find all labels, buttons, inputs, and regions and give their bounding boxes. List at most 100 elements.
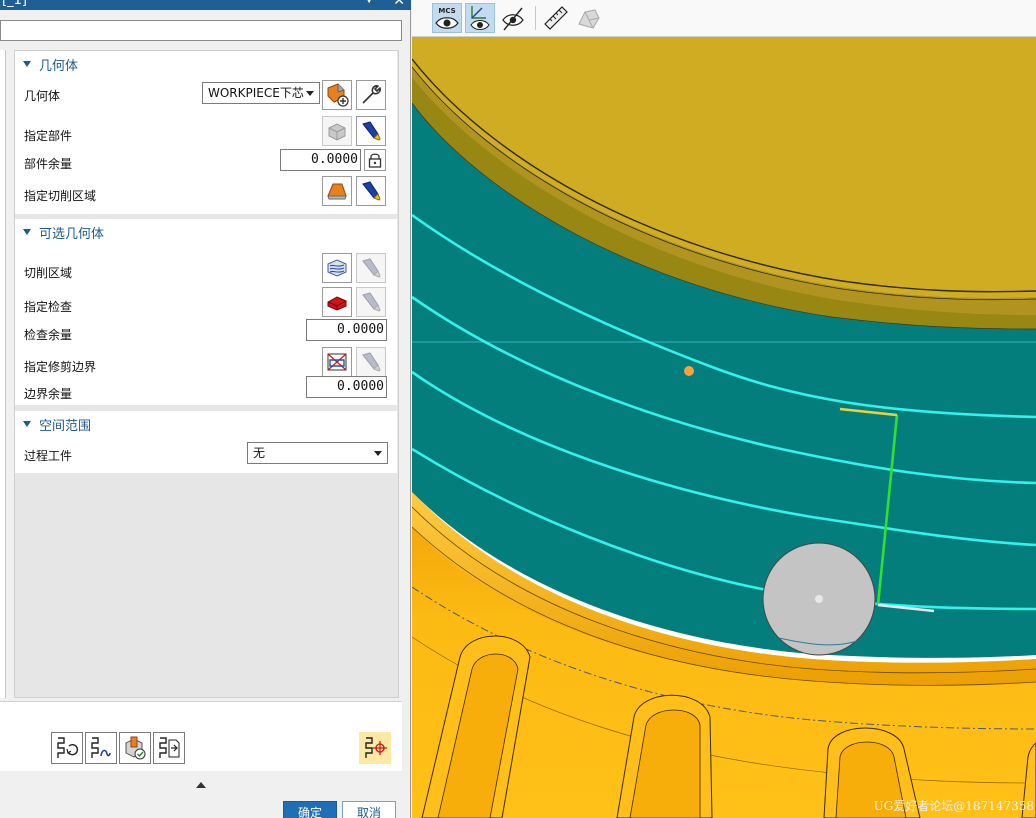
cut-area-row: 指定切削区域 [24,176,392,208]
specify-part-row: 指定部件 [24,116,392,148]
check-stock-label: 检查余量 [24,328,73,342]
flashlight-icon [362,258,381,278]
start-point-marker [684,366,694,376]
close-icon[interactable]: ✕ [393,0,405,9]
optional-geometry-group: 可选几何体 切削区域 指定检查 检查余量 0.0000 指定修剪边界 边界余量 … [15,219,397,405]
dialog-title: [_1] [2,0,27,8]
check-body-icon [327,296,347,311]
tool-center [815,595,823,603]
show-mcs-button[interactable]: MCS [432,3,462,33]
operation-dialog: [_1] ▼ ✕ 几何体 几何体 WORKPIECE下芯 [0,0,411,818]
in-process-select[interactable]: 无 [247,442,388,464]
more-expander[interactable] [0,771,402,799]
select-cut-region-button[interactable] [322,253,352,283]
collapse-caret-icon[interactable] [23,229,31,235]
dialog-search-input[interactable] [0,20,402,41]
wrench-icon [362,85,381,104]
cut-region-row: 切削区域 [24,253,392,285]
specify-part-label: 指定部件 [24,129,73,143]
trim-boundary-icon [327,353,347,371]
replay-path-button[interactable] [85,732,117,764]
measure-button[interactable] [541,3,571,33]
geometry-group: 几何体 几何体 WORKPIECE下芯 指定部件 部件余量 0.0000 指定切… [15,51,397,214]
flashlight-icon [362,121,381,141]
eye-off-icon [502,7,524,31]
model-scene [412,37,1036,818]
new-geometry-icon [327,83,349,107]
in-process-row: 过程工件 无 [24,442,392,468]
mcs-label: MCS [438,7,455,15]
geometry-group-header[interactable]: 几何体 [23,55,79,74]
tool-position-icon [365,737,387,758]
actions-bar [0,701,402,771]
part-stock-lock-button[interactable] [364,149,386,171]
geometry-select-value: WORKPIECE下芯 [208,86,304,100]
display-cut-area-button[interactable] [356,176,386,206]
verify-path-button[interactable] [119,732,151,764]
specify-trim-label: 指定修剪边界 [24,360,97,374]
graphics-viewport[interactable]: UG爱好者论坛@187147358 [412,37,1036,818]
show-axes-button[interactable] [465,3,495,33]
list-path-button[interactable] [153,732,185,764]
display-part-button[interactable] [356,116,386,146]
edit-geometry-button[interactable] [356,80,386,110]
specify-check-row: 指定检查 [24,287,392,319]
boundary-stock-input[interactable]: 0.0000 [306,376,387,398]
optional-group-header[interactable]: 可选几何体 [23,223,105,242]
display-cut-region-button[interactable] [356,253,386,283]
flashlight-icon [362,181,381,201]
watermark-text: UG爱好者论坛@187147358 [873,799,1034,813]
display-check-button[interactable] [356,287,386,317]
space-group-header[interactable]: 空间范围 [23,415,92,434]
cut-region-icon [327,259,347,277]
generate-path-button[interactable] [51,732,83,764]
view-toolbar: MCS [412,0,1036,37]
part-stock-row: 部件余量 0.0000 [24,149,392,176]
display-tool-button[interactable] [359,732,391,764]
chevron-down-icon [374,451,382,456]
cut-area-icon [327,183,347,200]
part-stock-input[interactable]: 0.0000 [280,149,361,171]
in-process-select-value: 无 [253,446,266,460]
geometry-group-title: 几何体 [39,58,79,74]
collapse-caret-icon[interactable] [23,421,31,427]
flashlight-icon [362,292,381,312]
cancel-button[interactable]: 取消 [342,801,396,818]
space-range-group: 空间范围 过程工件 无 [15,411,397,473]
hide-geometry-button[interactable] [498,3,528,33]
select-trim-boundary-button[interactable] [322,347,352,377]
space-group-title: 空间范围 [39,418,92,434]
boundary-stock-label: 边界余量 [24,387,73,401]
optional-group-title: 可选几何体 [39,226,105,242]
geometry-row: 几何体 WORKPIECE下芯 [24,80,392,110]
generate-path-icon [57,737,79,758]
select-part-button[interactable] [322,116,352,146]
select-cut-area-button[interactable] [322,176,352,206]
check-stock-input[interactable]: 0.0000 [306,319,387,341]
navigator-strip [0,50,6,698]
axes-eye-icon [470,6,490,31]
mcs-eye-icon: MCS [435,7,459,29]
ruler-icon [544,6,568,30]
boundary-stock-row: 边界余量 0.0000 [24,376,392,406]
shaded-view-button[interactable] [574,3,604,33]
verify-path-icon [125,736,146,760]
new-geometry-button[interactable] [322,80,352,110]
titlebar-menu-icon[interactable]: ▼ [365,0,373,5]
display-trim-boundary-button[interactable] [356,347,386,377]
replay-path-icon [91,737,111,758]
shaded-body-icon [578,9,600,29]
geometry-select[interactable]: WORKPIECE下芯 [202,82,320,104]
list-output-icon [159,737,180,758]
specify-check-label: 指定检查 [24,300,73,314]
chevron-up-icon [196,782,206,788]
in-process-label: 过程工件 [24,449,73,463]
dialog-titlebar: [_1] ▼ ✕ [0,0,411,10]
part-body-icon [328,123,346,141]
cut-region-label: 切削区域 [24,266,73,280]
check-stock-row: 检查余量 0.0000 [24,319,392,347]
select-check-button[interactable] [322,287,352,317]
flashlight-icon [362,352,381,372]
ok-button[interactable]: 确定 [283,801,337,818]
collapse-caret-icon[interactable] [23,61,31,67]
